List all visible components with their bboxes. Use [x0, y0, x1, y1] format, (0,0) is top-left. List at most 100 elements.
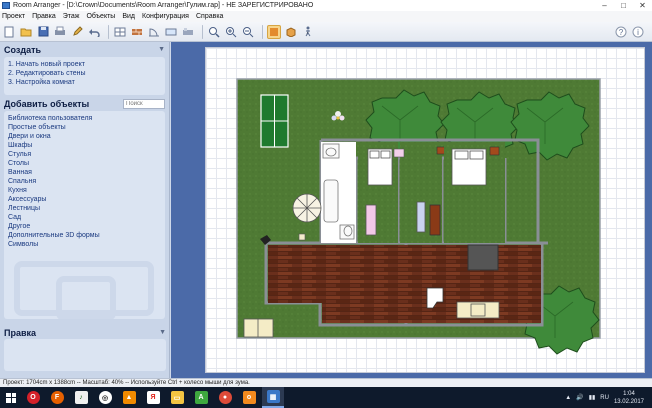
minimize-button[interactable]: – [595, 0, 614, 11]
design-canvas[interactable] [171, 42, 652, 378]
link-new-project[interactable]: 1. Начать новый проект [8, 60, 161, 69]
menu-floor[interactable]: Этаж [63, 13, 80, 20]
open-icon[interactable] [19, 25, 33, 39]
view-3d-icon[interactable] [284, 25, 298, 39]
language-indicator[interactable]: RU [600, 395, 609, 401]
menu-view[interactable]: Вид [122, 13, 135, 20]
window-title: Room Arranger - [D:\Crown\Documents\Room… [13, 2, 314, 9]
menu-configuration[interactable]: Конфигурация [142, 13, 189, 20]
zoom-fit-icon[interactable] [207, 25, 221, 39]
dresser [393, 148, 405, 158]
menu-objects[interactable]: Объекты [86, 13, 115, 20]
add-objects-title: Добавить объекты [4, 99, 90, 109]
category-simple-objects[interactable]: Простые объекты [8, 123, 161, 132]
category-accessories[interactable]: Аксессуары [8, 195, 161, 204]
svg-text:?: ? [619, 28, 624, 37]
help-icon[interactable]: ? [614, 25, 628, 39]
network-icon[interactable]: ▮▮ [589, 394, 596, 401]
category-garden[interactable]: Сад [8, 213, 161, 222]
create-section-title: Создать [4, 44, 42, 55]
app-icon[interactable]: ◎ [94, 387, 116, 408]
window-icon[interactable] [164, 25, 178, 39]
category-bedroom[interactable]: Спальня [8, 177, 161, 186]
save-icon[interactable] [36, 25, 50, 39]
yandex-icon[interactable]: Я [142, 387, 164, 408]
chrome-icon[interactable]: ● [214, 387, 236, 408]
folder-icon[interactable]: ▭ [166, 387, 188, 408]
category-doors-windows[interactable]: Двери и окна [8, 132, 161, 141]
menu-bar: Проект Правка Этаж Объекты Вид Конфигура… [0, 11, 652, 22]
category-cabinets[interactable]: Шкафы [8, 141, 161, 150]
grid-paper[interactable] [205, 47, 645, 373]
music-icon[interactable]: ♪ [70, 387, 92, 408]
living-room-floor [268, 245, 541, 303]
menu-help[interactable]: Справка [196, 13, 223, 20]
toolbar: ? i [0, 22, 652, 42]
floor-icon[interactable] [113, 25, 127, 39]
category-symbols[interactable]: Символы [8, 240, 161, 249]
collapse-arrow-icon[interactable]: ▼ [159, 329, 166, 336]
category-other[interactable]: Другое [8, 222, 161, 231]
tennis-table [260, 94, 289, 148]
wardrobe [365, 204, 377, 236]
link-edit-walls[interactable]: 2. Редактировать стены [8, 69, 161, 78]
info-icon[interactable]: i [631, 25, 645, 39]
bed [367, 148, 393, 186]
room-arranger-app-icon [2, 2, 10, 9]
floor-plan[interactable] [206, 48, 646, 374]
create-links-box: 1. Начать новый проект 2. Редактировать … [4, 57, 165, 95]
status-bar: Проект: 1704cm x 1388cm -- Масштаб: 40% … [0, 378, 652, 387]
category-bathroom[interactable]: Ванная [8, 168, 161, 177]
menu-edit[interactable]: Правка [32, 13, 56, 20]
create-section-header[interactable]: Создать ▼ [0, 42, 169, 57]
maximize-button[interactable]: □ [614, 0, 633, 11]
view-2d-icon[interactable] [267, 24, 281, 39]
ok-icon[interactable]: o [238, 387, 260, 408]
pencil-icon[interactable] [70, 25, 84, 39]
properties-section-title: Правка [4, 327, 37, 338]
sun-lounger [243, 318, 274, 338]
toolbar-separator [262, 24, 263, 39]
zoom-in-icon[interactable] [224, 25, 238, 39]
wardrobe [416, 201, 426, 233]
clock-date: 13.02.2017 [613, 398, 644, 405]
wall-icon[interactable] [130, 25, 144, 39]
close-button[interactable]: ✕ [633, 0, 652, 11]
dining-counter [467, 244, 499, 271]
object-categories-list: Библиотека пользователя Простые объекты … [4, 111, 165, 319]
room-arranger-icon[interactable]: ▦ [262, 387, 284, 408]
properties-section-header[interactable]: Правка ▼ [0, 325, 170, 340]
vlc-icon[interactable]: ▲ [118, 387, 140, 408]
tray-arrow-icon[interactable]: ▲ [565, 395, 571, 401]
garden-chair [298, 233, 306, 241]
collapse-arrow-icon[interactable]: ▼ [158, 46, 165, 53]
link-room-settings[interactable]: 3. Настройка комнат [8, 78, 161, 87]
volume-icon[interactable]: 🔊 [576, 394, 583, 401]
toolbar-separator [202, 24, 203, 39]
door-icon[interactable] [147, 25, 161, 39]
decorative-background [56, 276, 116, 319]
category-3d-shapes[interactable]: Дополнительные 3D формы [8, 231, 161, 240]
category-kitchen[interactable]: Кухня [8, 186, 161, 195]
object-search-input[interactable] [123, 99, 165, 109]
firefox-icon[interactable]: F [46, 387, 68, 408]
clock[interactable]: 1:04 13.02.2017 [614, 390, 644, 406]
category-tables[interactable]: Столы [8, 159, 161, 168]
patio-umbrella [292, 193, 322, 223]
windows-start-icon[interactable] [0, 387, 22, 408]
undo-icon[interactable] [87, 25, 101, 39]
print-icon[interactable] [53, 25, 67, 39]
menu-project[interactable]: Проект [2, 13, 25, 20]
category-stairs[interactable]: Лестницы [8, 204, 161, 213]
category-chairs[interactable]: Стулья [8, 150, 161, 159]
sofa [456, 301, 500, 319]
android-icon[interactable]: A [190, 387, 212, 408]
walk-icon[interactable] [301, 25, 315, 39]
double-bed [451, 148, 487, 186]
opera-icon[interactable]: O [22, 387, 44, 408]
furniture-icon[interactable] [181, 25, 195, 39]
svg-text:i: i [637, 28, 639, 37]
zoom-out-icon[interactable] [241, 25, 255, 39]
new-icon[interactable] [2, 25, 16, 39]
category-user-library[interactable]: Библиотека пользователя [8, 114, 161, 123]
